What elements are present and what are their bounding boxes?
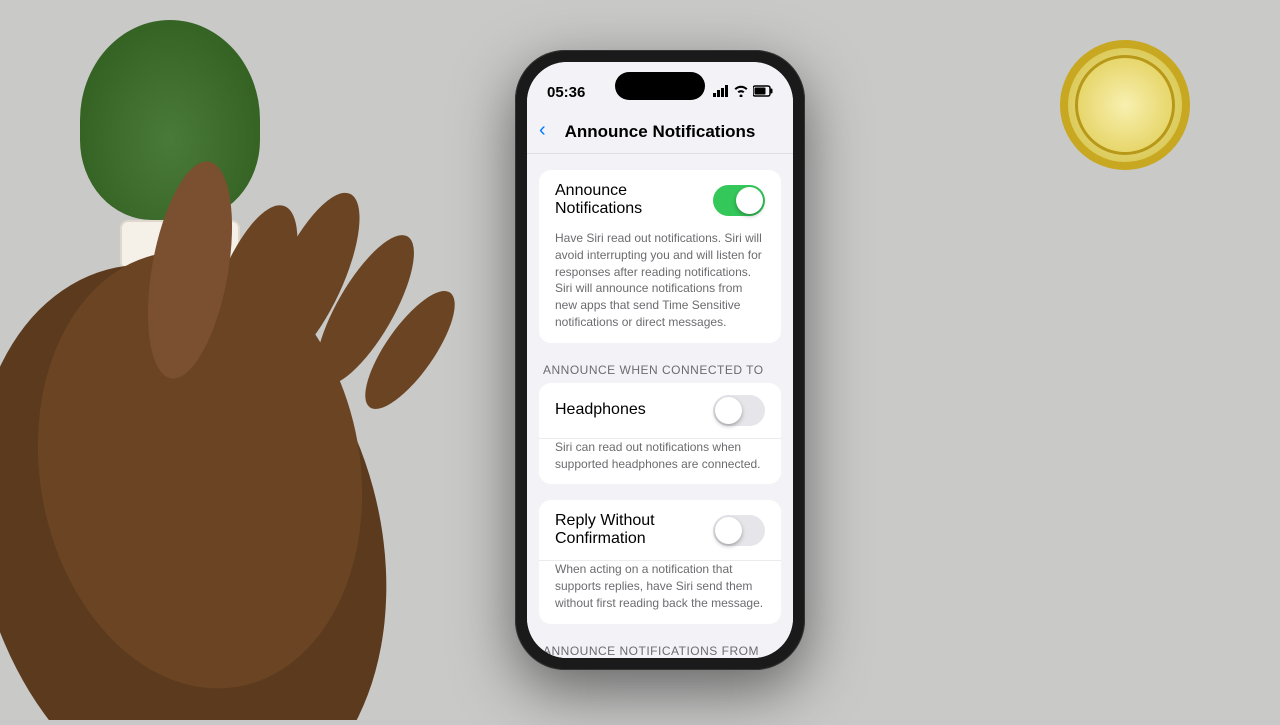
wifi-icon xyxy=(733,85,749,100)
headphones-row: Headphones xyxy=(539,383,781,439)
connected-section-header: ANNOUNCE WHEN CONNECTED TO xyxy=(527,343,793,383)
headphones-label: Headphones xyxy=(555,401,713,419)
page-title: Announce Notifications xyxy=(565,122,756,142)
toggle-knob-reply xyxy=(715,517,742,544)
nav-bar: ‹ Announce Notifications xyxy=(527,110,793,154)
toggle-knob-headphones xyxy=(715,397,742,424)
headphones-row-left: Headphones xyxy=(555,401,713,419)
reply-label: Reply Without Confirmation xyxy=(555,512,713,548)
phone-frame: 05:36 xyxy=(515,50,805,670)
signal-icon xyxy=(713,85,729,100)
apps-section-header: ANNOUNCE NOTIFICATIONS FROM xyxy=(527,624,793,658)
status-time: 05:36 xyxy=(547,84,585,101)
status-icons xyxy=(713,85,773,100)
announce-notifications-row: Announce Notifications xyxy=(539,170,781,230)
plant-decoration xyxy=(80,20,280,270)
announce-notifications-label: Announce Notifications xyxy=(555,182,713,218)
announce-notifications-description: Have Siri read out notifications. Siri w… xyxy=(539,230,781,343)
reply-card: Reply Without Confirmation When acting o… xyxy=(539,500,781,623)
clock-decoration xyxy=(1060,40,1220,220)
scroll-content[interactable]: Announce Notifications Have Siri read ou… xyxy=(527,154,793,658)
reply-description: When acting on a notification that suppo… xyxy=(539,561,781,623)
toggle-knob xyxy=(736,187,763,214)
announce-notifications-toggle[interactable] xyxy=(713,185,765,216)
reply-row-left: Reply Without Confirmation xyxy=(555,512,713,548)
headphones-toggle[interactable] xyxy=(713,395,765,426)
main-toggle-card: Announce Notifications Have Siri read ou… xyxy=(539,170,781,343)
reply-toggle[interactable] xyxy=(713,515,765,546)
phone-screen: 05:36 xyxy=(527,62,793,658)
headphones-description: Siri can read out notifications when sup… xyxy=(539,439,781,485)
phone-wrapper: 05:36 xyxy=(515,50,805,670)
back-arrow-icon: ‹ xyxy=(539,119,546,142)
battery-icon xyxy=(753,85,773,100)
reply-row: Reply Without Confirmation xyxy=(539,500,781,561)
status-bar: 05:36 xyxy=(527,62,793,110)
dynamic-island xyxy=(615,72,705,100)
nav-back-button[interactable]: ‹ xyxy=(539,121,546,142)
headphones-card: Headphones Siri can read out notificatio… xyxy=(539,383,781,485)
